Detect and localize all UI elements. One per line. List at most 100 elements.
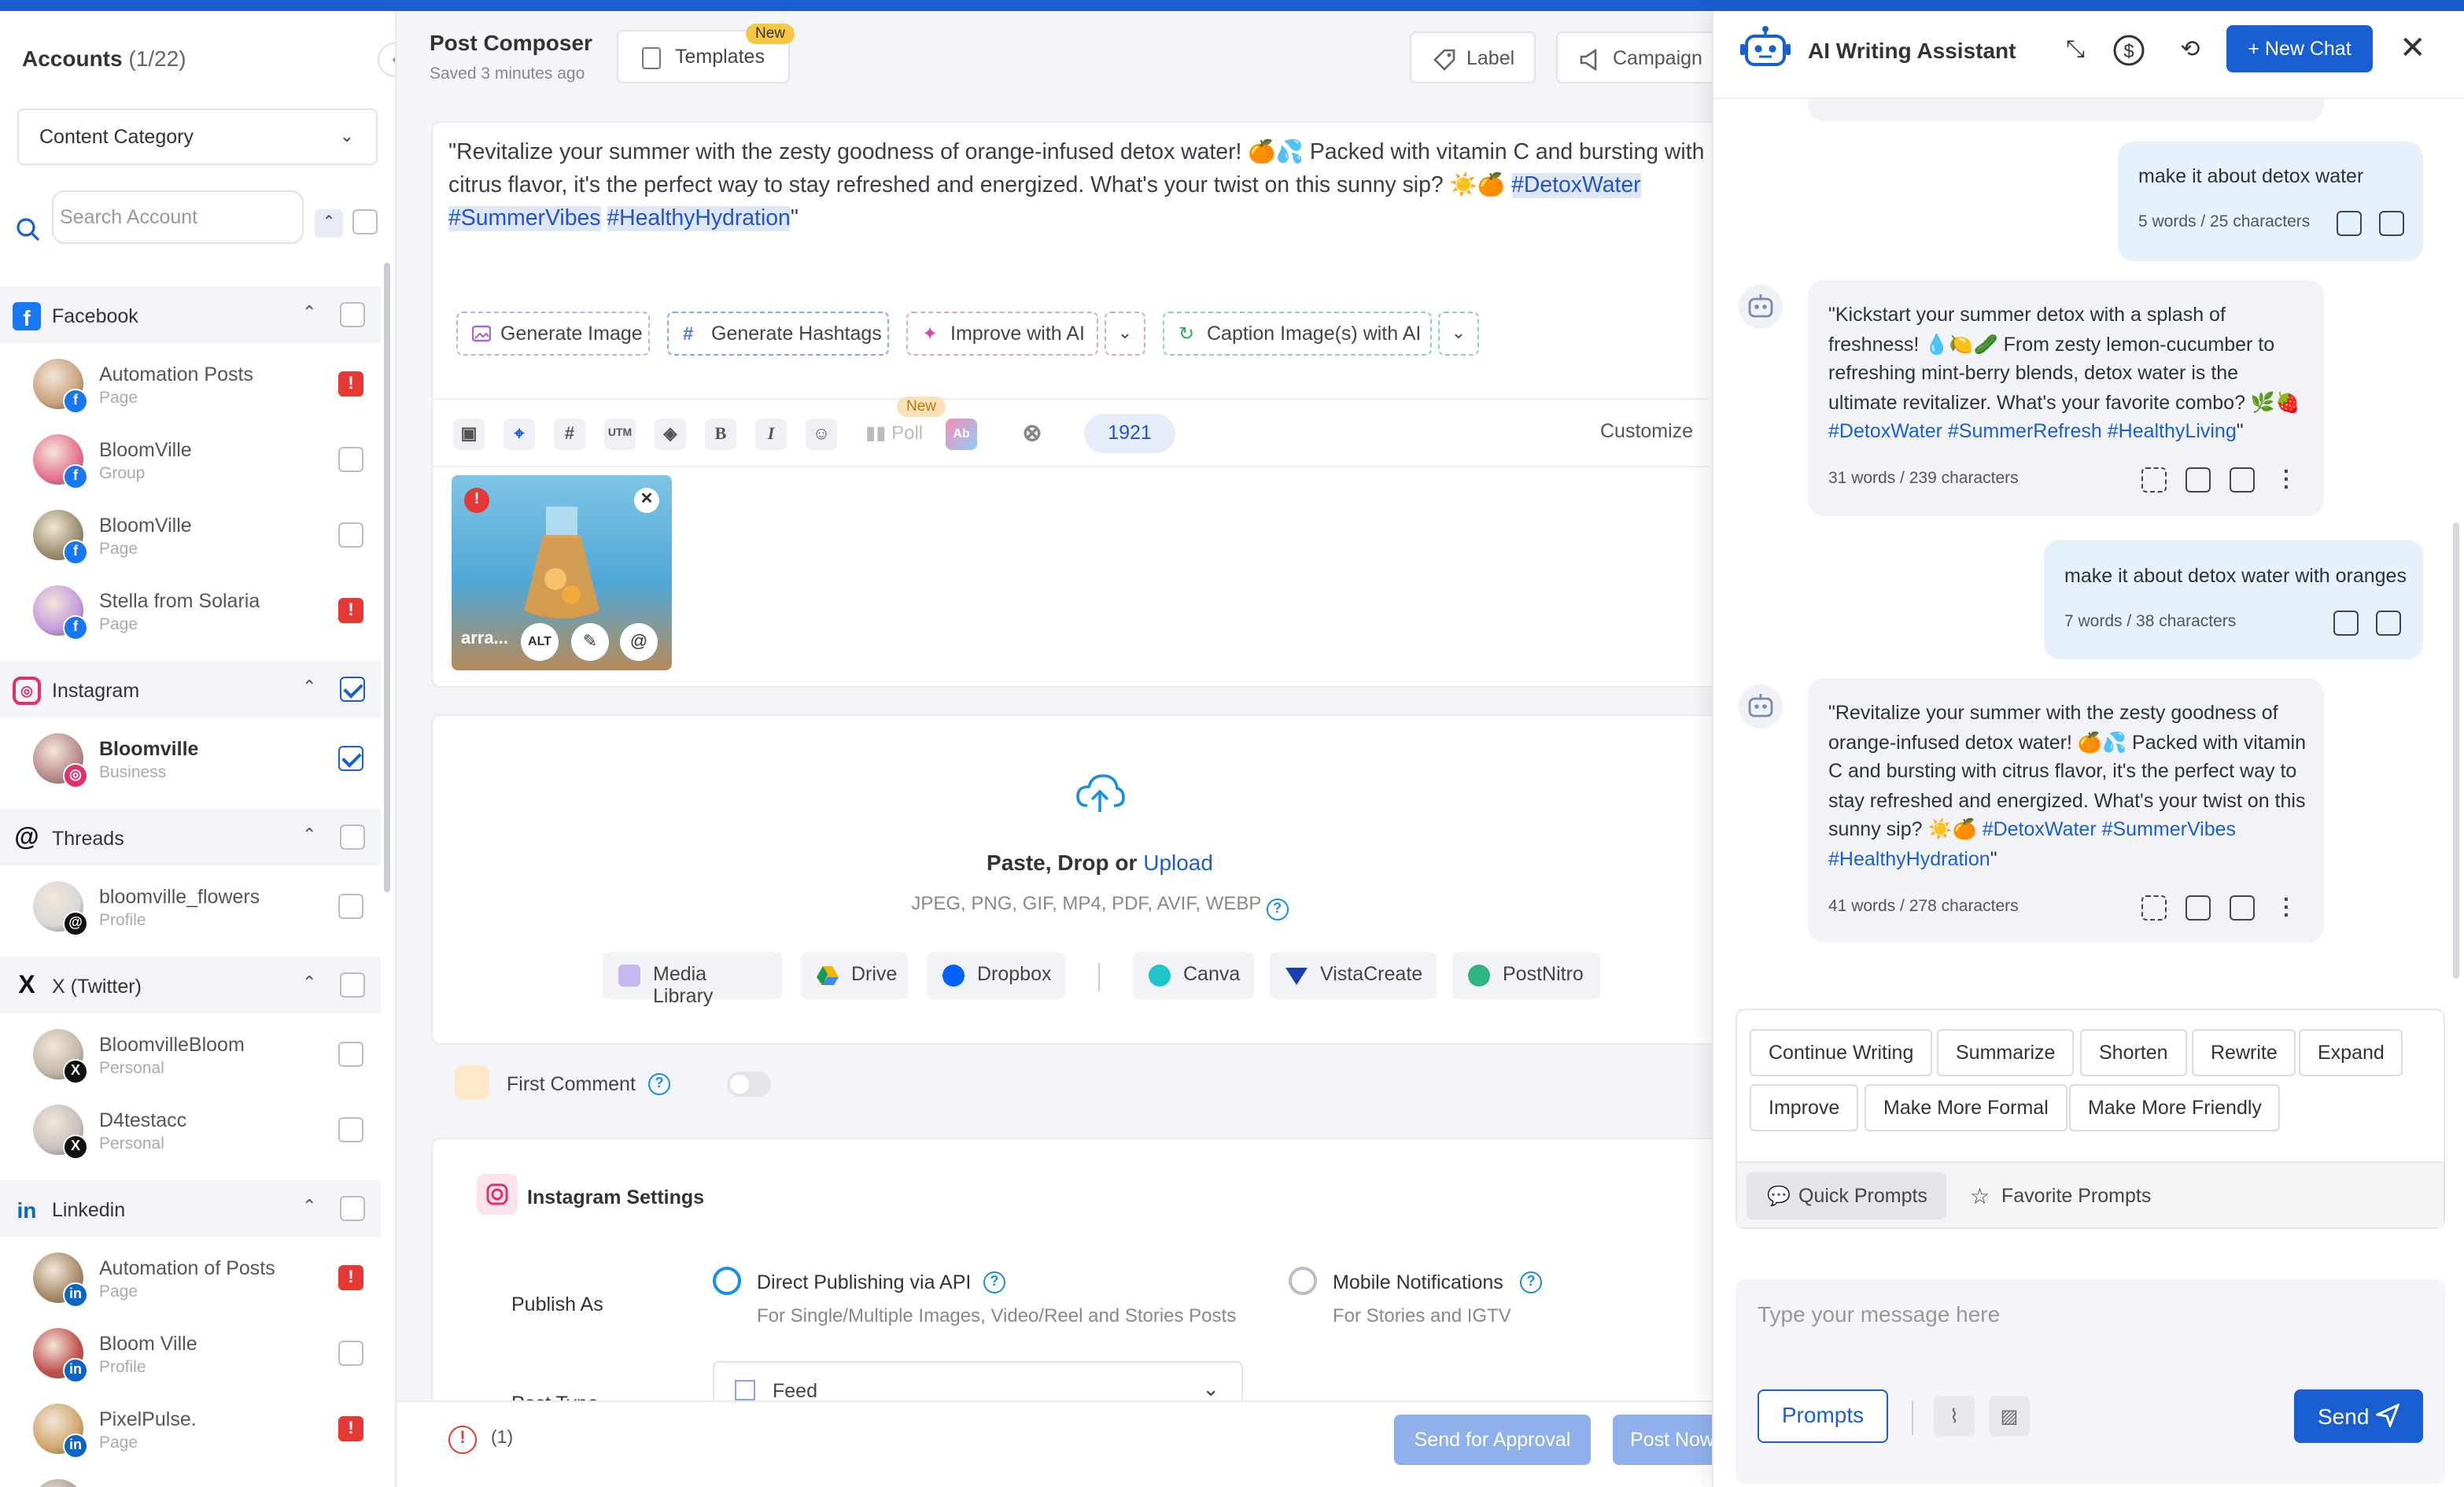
group-instagram[interactable]: ◎ Instagram ⌃ — [0, 661, 381, 718]
warning-icon[interactable]: ! — [338, 1265, 363, 1290]
expand-chip[interactable]: Expand — [2299, 1029, 2403, 1076]
warning-icon[interactable]: ! — [338, 598, 363, 623]
tab-quick-prompts[interactable]: 💬 Quick Prompts — [1747, 1172, 1946, 1219]
group-checkbox[interactable] — [340, 677, 365, 702]
help-icon[interactable]: ? — [983, 1271, 1005, 1293]
make-more-formal-chip[interactable]: Make More Formal — [1865, 1084, 2067, 1131]
drive-button[interactable]: Drive — [801, 952, 908, 999]
account-item[interactable]: in Automation of Posts Page! — [0, 1243, 381, 1319]
account-checkbox[interactable] — [338, 447, 363, 472]
vistacreate-button[interactable]: VistaCreate — [1270, 952, 1437, 999]
scrollbar[interactable] — [384, 263, 390, 892]
ab-test-icon[interactable]: Ab — [946, 419, 977, 450]
postnitro-button[interactable]: PostNitro — [1452, 952, 1600, 999]
caption-images-button[interactable]: ↻ Caption Image(s) with AI — [1163, 312, 1432, 356]
chevron-up-icon[interactable]: ⌃ — [302, 825, 316, 845]
add-to-composer-icon[interactable] — [2186, 467, 2211, 493]
group-checkbox[interactable] — [340, 1196, 365, 1221]
search-account-input[interactable]: Search Account — [52, 190, 304, 244]
copy-icon[interactable] — [2230, 895, 2255, 921]
more-options-icon[interactable]: · · · — [2283, 459, 2290, 497]
mobile-notifications-radio[interactable] — [1289, 1267, 1317, 1295]
media-thumbnail[interactable]: ! ✕ arra... ALT ✎ @ — [452, 475, 672, 670]
close-icon[interactable]: ✕ — [2399, 31, 2426, 66]
copy-icon[interactable] — [2230, 467, 2255, 493]
collapse-panel-button[interactable]: ‹ — [378, 42, 395, 77]
account-item[interactable]: f Automation Posts Page! — [0, 349, 381, 425]
attachment-icon[interactable]: ⌇ — [1934, 1396, 1975, 1437]
account-item[interactable]: inWhisker WorkplaceProfile! — [0, 1470, 381, 1487]
copy-icon[interactable] — [2337, 211, 2362, 236]
bold-icon[interactable]: B — [705, 419, 736, 450]
generate-image-button[interactable]: Generate Image — [456, 312, 650, 356]
account-item[interactable]: @ bloomville_flowers Profile — [0, 872, 381, 947]
save-icon[interactable]: ▣ — [453, 419, 485, 450]
account-item[interactable]: ◎ Bloomville Business — [0, 724, 381, 799]
hashtag-icon[interactable]: # — [554, 419, 585, 450]
upload-dropzone[interactable]: Paste, Drop or Upload JPEG, PNG, GIF, MP… — [431, 714, 1721, 1045]
improve-with-ai-button[interactable]: ✦ Improve with AI — [906, 312, 1098, 356]
account-checkbox[interactable] — [338, 746, 363, 771]
copy-icon[interactable] — [2333, 611, 2359, 636]
remove-media-icon[interactable]: ✕ — [634, 488, 659, 513]
account-item[interactable]: f Stella from Solaria Page! — [0, 576, 381, 651]
account-checkbox[interactable] — [338, 1341, 363, 1366]
shorten-chip[interactable]: Shorten — [2080, 1029, 2187, 1076]
customize-button[interactable]: Customize — [1600, 420, 1693, 442]
upload-link[interactable]: Upload — [1143, 850, 1213, 875]
dropbox-button[interactable]: Dropbox — [927, 952, 1065, 999]
account-checkbox[interactable] — [338, 1117, 363, 1142]
replace-icon[interactable] — [2141, 895, 2167, 921]
help-icon[interactable]: ? — [1266, 898, 1289, 921]
emoji-icon[interactable]: ☺ — [806, 419, 837, 450]
help-icon[interactable]: ? — [1520, 1271, 1542, 1293]
account-item[interactable]: in PixelPulse. Page! — [0, 1394, 381, 1470]
more-options-icon[interactable]: · · · — [2283, 887, 2290, 925]
add-to-composer-icon[interactable] — [2186, 895, 2211, 921]
rewrite-chip[interactable]: Rewrite — [2192, 1029, 2296, 1076]
account-checkbox[interactable] — [338, 894, 363, 919]
post-text-editor[interactable]: "Revitalize your summer with the zesty g… — [448, 137, 1707, 236]
prompts-button[interactable]: Prompts — [1758, 1389, 1888, 1443]
credits-icon[interactable]: $ — [2112, 33, 2146, 68]
expand-icon[interactable]: ⤡ — [2058, 33, 2093, 68]
image-icon[interactable]: ▨ — [1989, 1396, 2030, 1437]
chevron-up-icon[interactable]: ⌃ — [302, 302, 316, 323]
link-shortener-icon[interactable]: ◈ — [655, 419, 686, 450]
content-category-select[interactable]: Content Category ⌄ — [17, 109, 378, 165]
label-button[interactable]: Label — [1410, 31, 1536, 83]
improve-chip[interactable]: Improve — [1750, 1084, 1859, 1131]
poll-button[interactable]: ▮▮ Poll — [865, 422, 923, 444]
first-comment-toggle[interactable] — [727, 1072, 771, 1097]
help-icon[interactable]: ? — [648, 1073, 670, 1095]
account-item[interactable]: f BloomVille Page — [0, 500, 381, 576]
tag-user-icon[interactable]: @ — [620, 623, 658, 661]
alt-text-button[interactable]: ALT — [521, 623, 559, 661]
location-icon[interactable]: ⌖ — [503, 419, 535, 450]
new-chat-button[interactable]: + New Chat — [2226, 25, 2373, 72]
improve-dropdown-button[interactable]: ⌄ — [1105, 312, 1145, 356]
utm-icon[interactable]: UTM — [604, 419, 636, 450]
account-item[interactable]: f BloomVille Group — [0, 425, 381, 500]
group-threads[interactable]: @ Threads ⌃ — [0, 809, 381, 865]
scrollbar[interactable] — [2453, 522, 2459, 979]
account-item[interactable]: in Bloom Ville Profile — [0, 1319, 381, 1394]
chevron-up-icon[interactable]: ⌃ — [302, 1196, 316, 1216]
account-item[interactable]: X BloomvilleBloom Personal — [0, 1020, 381, 1095]
media-library-button[interactable]: Media Library — [603, 952, 782, 1007]
tab-favorite-prompts[interactable]: ☆ Favorite Prompts — [1949, 1172, 2154, 1219]
group-linkedin[interactable]: in Linkedin ⌃ — [0, 1180, 381, 1237]
account-checkbox[interactable] — [338, 522, 363, 548]
group-facebook[interactable]: f Facebook ⌃ — [0, 286, 381, 343]
save-icon[interactable] — [2376, 611, 2401, 636]
canva-button[interactable]: Canva — [1133, 952, 1254, 999]
account-checkbox[interactable] — [338, 1042, 363, 1067]
group-x-twitter[interactable]: X X (Twitter) ⌃ — [0, 957, 381, 1013]
send-for-approval-button[interactable]: Send for Approval — [1394, 1415, 1591, 1465]
summarize-chip[interactable]: Summarize — [1937, 1029, 2075, 1076]
direct-publishing-radio[interactable] — [713, 1267, 741, 1295]
send-button[interactable]: Send — [2294, 1389, 2423, 1443]
group-checkbox[interactable] — [340, 302, 365, 327]
make-more-friendly-chip[interactable]: Make More Friendly — [2069, 1084, 2281, 1131]
warning-icon[interactable]: ! — [338, 371, 363, 397]
